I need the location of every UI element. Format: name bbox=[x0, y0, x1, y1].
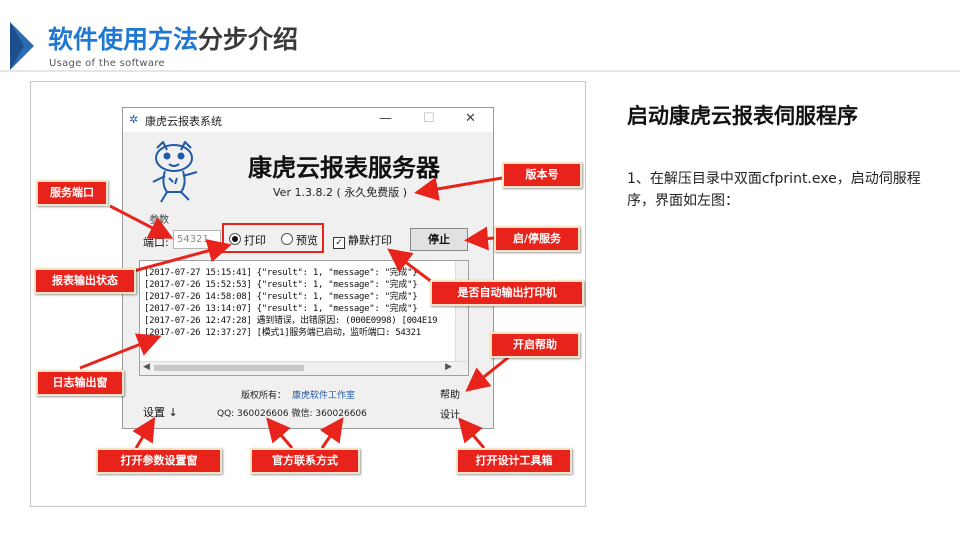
minimize-icon[interactable]: — bbox=[379, 111, 392, 126]
header-triangle-dark-icon bbox=[10, 22, 24, 70]
maximize-icon[interactable]: ☐ bbox=[423, 111, 435, 126]
header-divider bbox=[0, 70, 960, 72]
log-output[interactable]: [2017-07-27 15:15:41] {"result": 1, "mes… bbox=[139, 260, 469, 376]
window-title: 康虎云报表系统 bbox=[145, 115, 222, 128]
copyright-link[interactable]: 康虎软件工作室 bbox=[292, 391, 355, 401]
close-icon[interactable]: ✕ bbox=[465, 111, 476, 126]
page-title-part1: 软件使用方法 bbox=[48, 25, 199, 54]
output-state-highlight bbox=[222, 223, 324, 253]
scroll-left-icon[interactable]: ◀ bbox=[143, 362, 150, 372]
section-body: 1、在解压目录中双面cfprint.exe，启动伺服程序，界面如左图： bbox=[627, 171, 921, 209]
help-button[interactable]: 帮助 bbox=[440, 386, 460, 401]
silent-print-label: 静默打印 bbox=[348, 234, 392, 247]
page-title: 软件使用方法分步介绍 bbox=[48, 20, 298, 56]
copyright-label: 版权所有： bbox=[241, 391, 287, 401]
app-window: ✲ 康虎云报表系统 — ☐ ✕ 康虎云报表服务器 Ver 1.3.8.2 ( 永… bbox=[122, 107, 494, 429]
log-vertical-scrollbar[interactable] bbox=[455, 261, 468, 362]
tag-output-state: 报表输出状态 bbox=[34, 268, 136, 294]
log-horizontal-scrollbar[interactable]: ◀ ▶ bbox=[140, 361, 468, 375]
stop-button[interactable]: 停止 bbox=[410, 228, 468, 251]
tag-open-settings: 打开参数设置窗 bbox=[96, 448, 222, 474]
tiger-mascot-icon bbox=[152, 141, 198, 203]
page-title-part2: 分步介绍 bbox=[198, 25, 299, 54]
port-label: 端口: bbox=[143, 236, 169, 249]
design-button[interactable]: 设计 bbox=[440, 406, 460, 421]
window-titlebar: ✲ 康虎云报表系统 — ☐ ✕ bbox=[123, 108, 493, 132]
contact-info: QQ: 360026606 微信: 360026606 bbox=[217, 409, 367, 419]
tag-start-stop: 启/停服务 bbox=[494, 226, 580, 252]
tag-auto-print: 是否自动输出打印机 bbox=[430, 280, 584, 306]
checkbox-checked-icon: ✓ bbox=[333, 237, 345, 249]
tag-log-window: 日志输出窗 bbox=[36, 370, 124, 396]
page-subtitle: Usage of the software bbox=[49, 58, 165, 69]
section-title: 启动康虎云报表伺服程序 bbox=[627, 103, 858, 128]
settings-button[interactable]: 设置 ↓ bbox=[143, 404, 178, 420]
tag-open-designer: 打开设计工具箱 bbox=[456, 448, 572, 474]
params-group-label: 参数 bbox=[149, 215, 169, 226]
tag-official-contact: 官方联系方式 bbox=[250, 448, 360, 474]
app-logo-icon: ✲ bbox=[129, 113, 139, 126]
silent-print-checkbox[interactable]: ✓ 静默打印 bbox=[333, 232, 392, 249]
scroll-thumb[interactable] bbox=[154, 365, 304, 371]
tag-open-help: 开启帮助 bbox=[490, 332, 580, 358]
log-line: [2017-07-26 12:37:27] [模式1]服务端已启动，监听端口: … bbox=[144, 328, 421, 338]
app-name: 康虎云报表服务器 bbox=[248, 154, 440, 182]
tag-version: 版本号 bbox=[502, 162, 582, 188]
version-text: Ver 1.3.8.2 ( 永久免费版 ) bbox=[273, 186, 408, 199]
tag-service-port: 服务端口 bbox=[36, 180, 108, 206]
scroll-right-icon[interactable]: ▶ bbox=[445, 362, 452, 372]
port-input[interactable]: 54321 bbox=[173, 230, 221, 249]
copyright: 版权所有： 康虎软件工作室 bbox=[241, 388, 355, 401]
